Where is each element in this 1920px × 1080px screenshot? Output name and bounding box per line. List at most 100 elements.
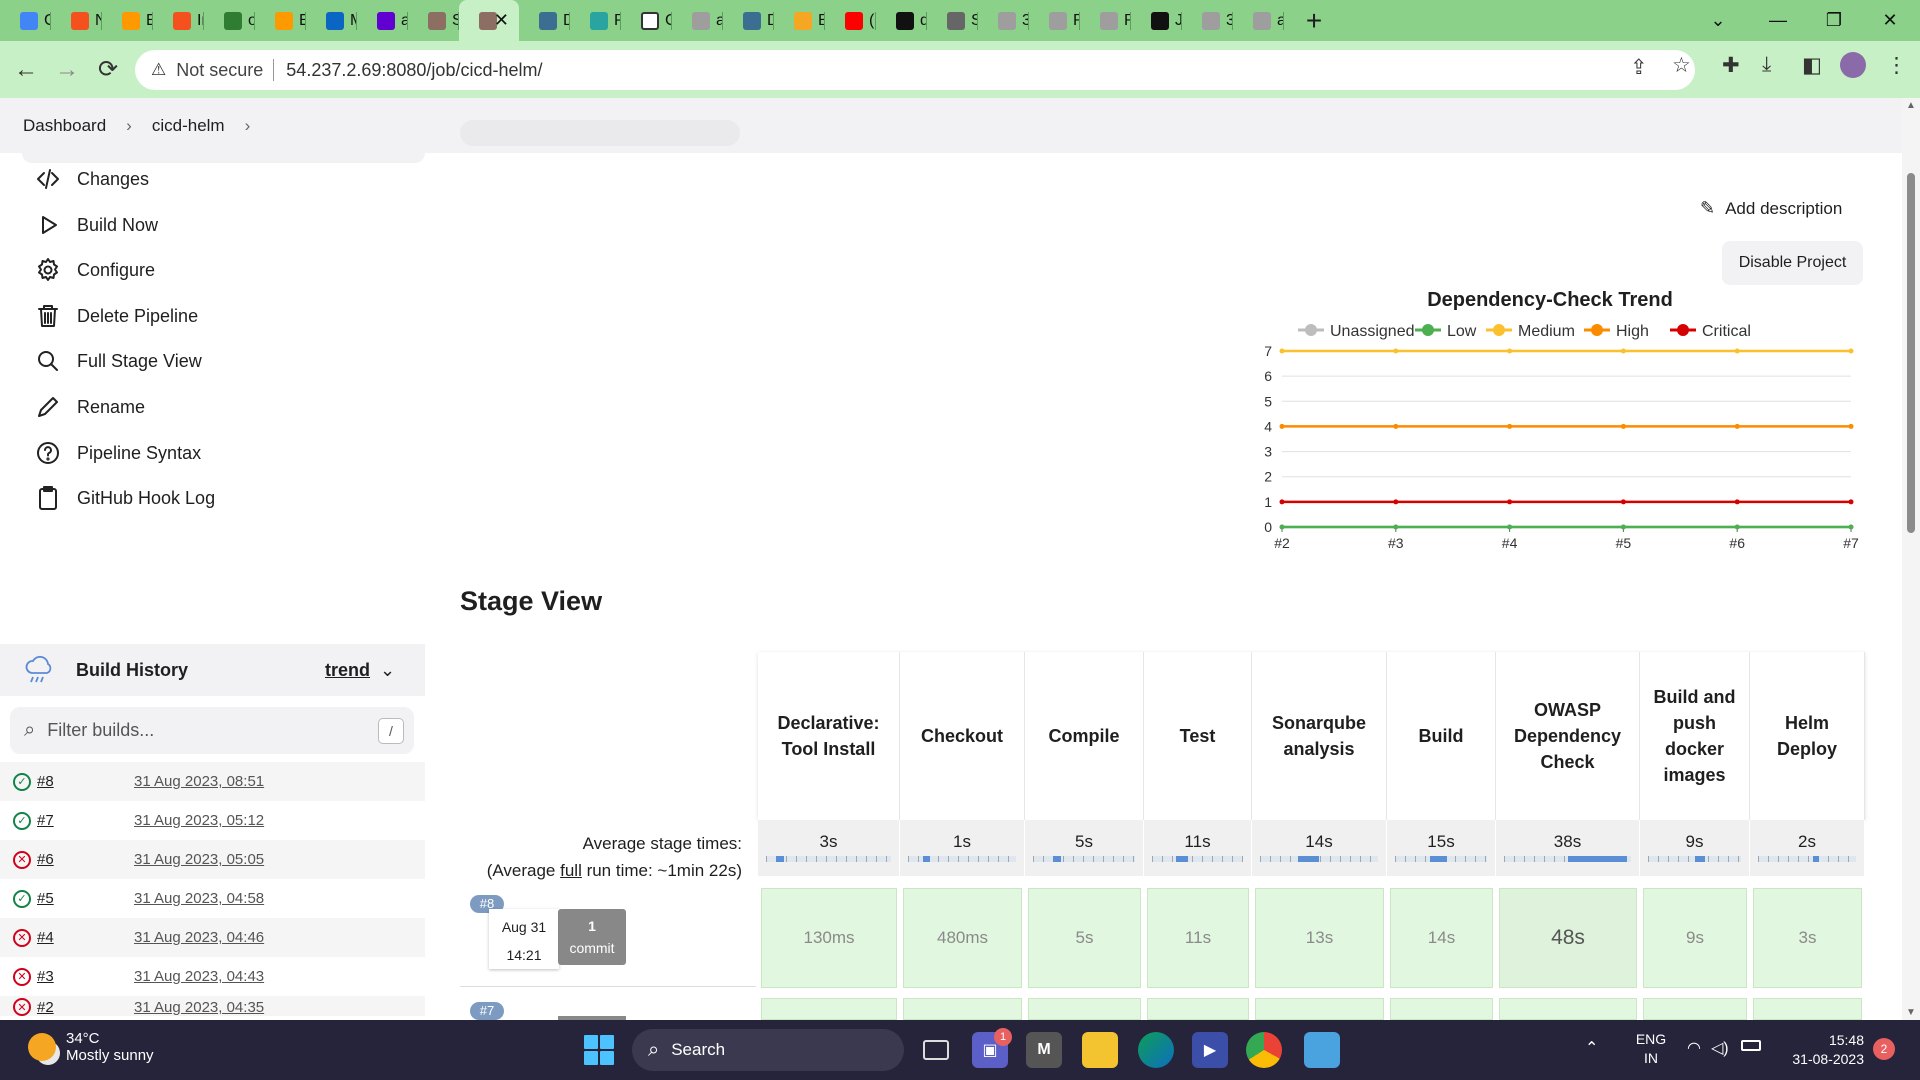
- build-date-link[interactable]: 31 Aug 2023, 05:05: [134, 851, 264, 868]
- tab-search-icon[interactable]: ⌄: [1690, 0, 1746, 41]
- chevron-right-icon[interactable]: ›: [245, 116, 251, 136]
- browser-tab[interactable]: EC: [255, 0, 306, 41]
- build-date-link[interactable]: 31 Aug 2023, 04:46: [134, 929, 264, 946]
- browser-tab[interactable]: Ne: [51, 0, 102, 41]
- breadcrumb-job[interactable]: cicd-helm: [152, 116, 225, 136]
- stage-cell[interactable]: 9s: [1643, 888, 1747, 988]
- legend-item[interactable]: High: [1584, 323, 1649, 340]
- commit-button[interactable]: 1 commit: [558, 909, 626, 965]
- stage-cell[interactable]: [1643, 998, 1747, 1020]
- build-badge[interactable]: #7: [470, 1002, 504, 1020]
- browser-tab[interactable]: ✕: [459, 0, 519, 41]
- browser-tab[interactable]: Di: [723, 0, 774, 41]
- build-date-link[interactable]: 31 Aug 2023, 08:51: [134, 773, 264, 790]
- browser-tab[interactable]: G: [0, 0, 51, 41]
- sidebar-item-changes[interactable]: Changes: [33, 159, 149, 199]
- build-number-link[interactable]: #5: [37, 890, 54, 907]
- build-number-link[interactable]: #2: [37, 999, 54, 1016]
- build-number-link[interactable]: #6: [37, 851, 54, 868]
- menu-icon[interactable]: ⋮: [1886, 53, 1907, 78]
- build-date-link[interactable]: 31 Aug 2023, 04:43: [134, 968, 264, 985]
- browser-tab[interactable]: Pr: [570, 0, 621, 41]
- scrollbar-thumb[interactable]: [1907, 173, 1915, 533]
- weather-widget[interactable]: 34°C Mostly sunny: [28, 1030, 154, 1064]
- data-point[interactable]: [1620, 524, 1626, 530]
- new-tab-button[interactable]: +: [1294, 5, 1334, 37]
- stage-cell[interactable]: 480ms: [903, 888, 1022, 988]
- build-row[interactable]: ✕ #3 31 Aug 2023, 04:43: [0, 957, 425, 996]
- extensions-icon[interactable]: ✚: [1722, 53, 1740, 78]
- browser-tab[interactable]: Bu: [774, 0, 825, 41]
- browser-tab[interactable]: or: [204, 0, 255, 41]
- data-point[interactable]: [1393, 524, 1399, 530]
- data-point[interactable]: [1848, 499, 1854, 505]
- data-point[interactable]: [1848, 524, 1854, 530]
- build-date-link[interactable]: 31 Aug 2023, 04:35: [134, 999, 264, 1016]
- data-point[interactable]: [1279, 499, 1285, 505]
- build-number-link[interactable]: #4: [37, 929, 54, 946]
- stage-cell[interactable]: 3s: [1753, 888, 1862, 988]
- stage-cell[interactable]: 13s: [1255, 888, 1384, 988]
- data-point[interactable]: [1620, 499, 1626, 505]
- region-label[interactable]: IN: [1631, 1049, 1671, 1068]
- data-point[interactable]: [1393, 348, 1399, 354]
- side-panel-icon[interactable]: ◧: [1802, 53, 1822, 78]
- back-button[interactable]: ←: [6, 50, 46, 90]
- browser-tab[interactable]: 35: [978, 0, 1029, 41]
- build-number-link[interactable]: #8: [37, 773, 54, 790]
- stage-cell[interactable]: [761, 998, 897, 1020]
- browser-tab[interactable]: de: [876, 0, 927, 41]
- browser-tab[interactable]: (1: [825, 0, 876, 41]
- reload-button[interactable]: ⟳: [88, 50, 128, 90]
- chevron-down-icon[interactable]: ⌄: [380, 660, 395, 681]
- stage-cell[interactable]: 11s: [1147, 888, 1249, 988]
- data-point[interactable]: [1279, 348, 1285, 354]
- file-explorer-icon[interactable]: [1082, 1032, 1118, 1068]
- sidebar-item-full-stage-view[interactable]: Full Stage View: [33, 341, 202, 381]
- stage-cell[interactable]: [1255, 998, 1384, 1020]
- stage-cell[interactable]: 14s: [1390, 888, 1493, 988]
- data-point[interactable]: [1279, 524, 1285, 530]
- data-point[interactable]: [1507, 499, 1513, 505]
- add-description-link[interactable]: ✎ Add description: [1700, 198, 1842, 219]
- stage-cell[interactable]: 48s: [1499, 888, 1637, 988]
- data-point[interactable]: [1734, 499, 1740, 505]
- data-point[interactable]: [1507, 423, 1513, 429]
- app-m-icon[interactable]: M: [1026, 1032, 1062, 1068]
- build-row[interactable]: ✕ #4 31 Aug 2023, 04:46: [0, 918, 425, 957]
- build-row[interactable]: ✕ #2 31 Aug 2023, 04:35: [0, 996, 425, 1016]
- notepad-icon[interactable]: [1304, 1032, 1340, 1068]
- browser-tab[interactable]: Si: [408, 0, 459, 41]
- clock[interactable]: 15:48 31-08-2023: [1774, 1031, 1864, 1069]
- build-number-link[interactable]: #7: [37, 812, 54, 829]
- battery-icon[interactable]: [1741, 1040, 1761, 1051]
- browser-tab[interactable]: 35: [1182, 0, 1233, 41]
- vertical-scrollbar[interactable]: ▲ ▼: [1902, 98, 1920, 1020]
- data-point[interactable]: [1734, 423, 1740, 429]
- stage-cell[interactable]: [1390, 998, 1493, 1020]
- close-window-button[interactable]: ✕: [1862, 0, 1918, 41]
- bookmark-star-icon[interactable]: ☆: [1672, 53, 1691, 78]
- wifi-icon[interactable]: ◠: [1687, 1038, 1701, 1058]
- data-point[interactable]: [1848, 423, 1854, 429]
- data-point[interactable]: [1848, 348, 1854, 354]
- start-button[interactable]: [584, 1035, 614, 1065]
- browser-tab[interactable]: Re: [1080, 0, 1131, 41]
- data-point[interactable]: [1393, 499, 1399, 505]
- browser-tab[interactable]: EC: [102, 0, 153, 41]
- chrome-icon[interactable]: [1246, 1032, 1282, 1068]
- legend-item[interactable]: Medium: [1486, 323, 1575, 340]
- build-row[interactable]: ✓ #8 31 Aug 2023, 08:51: [0, 762, 425, 801]
- breadcrumb-dashboard[interactable]: Dashboard: [23, 116, 106, 136]
- build-number-link[interactable]: #3: [37, 968, 54, 985]
- stage-cell[interactable]: [903, 998, 1022, 1020]
- build-row[interactable]: ✓ #5 31 Aug 2023, 04:58: [0, 879, 425, 918]
- sidebar-item-rename[interactable]: Rename: [33, 387, 145, 427]
- stage-cell[interactable]: [1499, 998, 1637, 1020]
- browser-tab[interactable]: Cr: [621, 0, 672, 41]
- restore-button[interactable]: ❐: [1806, 0, 1862, 41]
- browser-tab[interactable]: In: [153, 0, 204, 41]
- disable-project-button[interactable]: Disable Project: [1722, 241, 1863, 285]
- scroll-up-arrow[interactable]: ▲: [1906, 100, 1916, 111]
- legend-item[interactable]: Low: [1415, 323, 1477, 340]
